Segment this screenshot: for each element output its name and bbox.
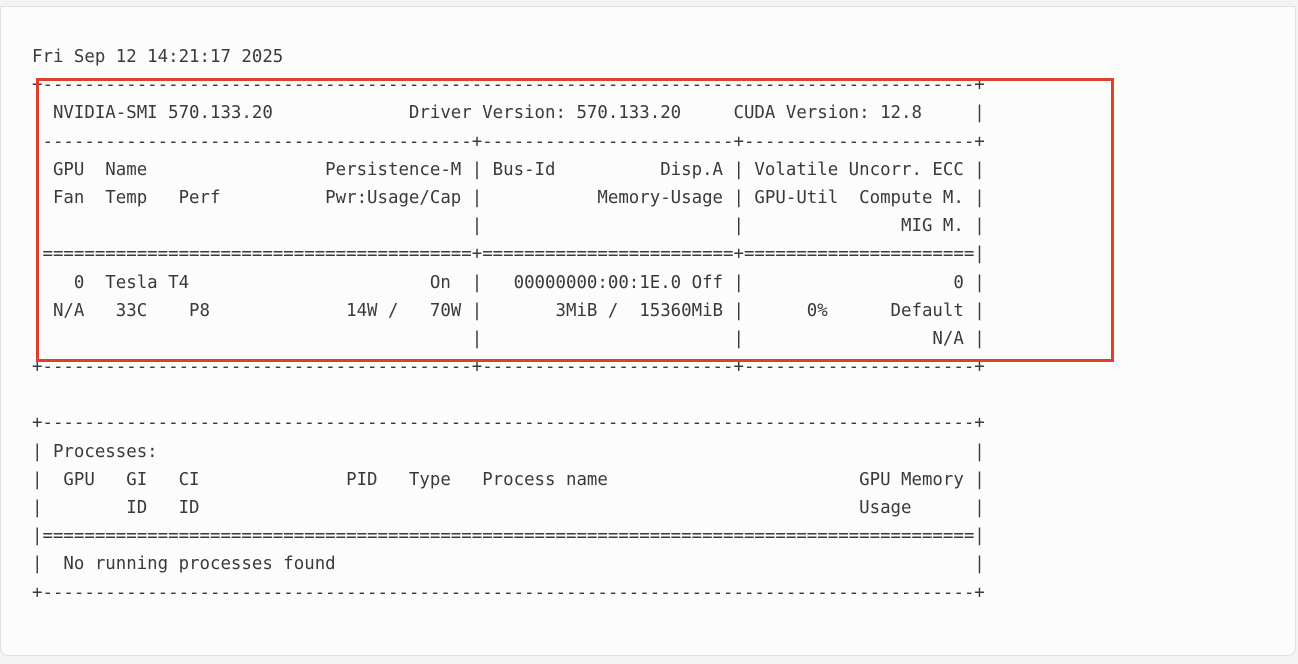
output-panel: Fri Sep 12 14:21:17 2025 +--------------… [0, 6, 1296, 656]
nvidia-smi-output: Fri Sep 12 14:21:17 2025 +--------------… [32, 43, 985, 607]
header-row-3: | | | MIG M. | [32, 216, 985, 237]
processes-header-1: | GPU GI CI PID Type Process name GPU Me… [32, 469, 985, 490]
gpu-row-1: | 0 Tesla T4 On | 00000000:00:1E.0 Off |… [32, 272, 985, 293]
processes-border-bottom: +---------------------------------------… [32, 582, 985, 603]
processes-separator: |=======================================… [32, 526, 985, 547]
header-row-2: | Fan Temp Perf Pwr:Usage/Cap | Memory-U… [32, 187, 985, 208]
table-divider: |---------------------------------------… [32, 131, 985, 152]
version-line: | NVIDIA-SMI 570.133.20 Driver Version: … [32, 103, 985, 124]
timestamp-line: Fri Sep 12 14:21:17 2025 [32, 47, 357, 67]
header-row-1: | GPU Name Persistence-M | Bus-Id Disp.A… [32, 159, 985, 180]
processes-header-2: | ID ID Usage | [32, 498, 985, 518]
table-border-bottom: +---------------------------------------… [32, 357, 985, 378]
table-border-top: +---------------------------------------… [32, 75, 985, 96]
header-separator: |=======================================… [32, 244, 985, 265]
processes-border-top: +---------------------------------------… [32, 413, 985, 434]
gpu-row-2: | N/A 33C P8 14W / 70W | 3MiB / 15360MiB… [32, 300, 985, 321]
processes-title: | Processes: | [32, 441, 985, 462]
gpu-row-3: | | | N/A | [32, 328, 985, 349]
processes-empty-row: | No running processes found | [32, 554, 985, 575]
